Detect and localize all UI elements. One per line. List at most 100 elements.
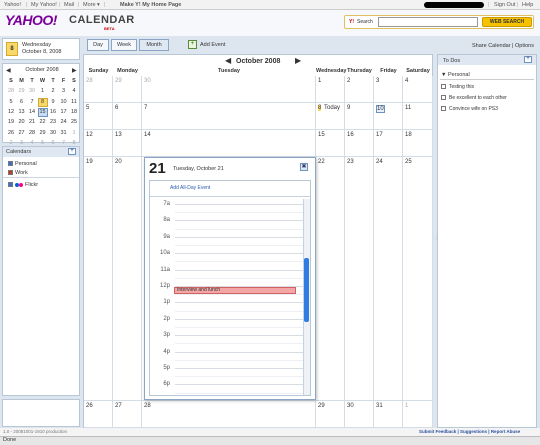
day-number[interactable]: 27	[115, 403, 122, 409]
calendar-checkbox[interactable]	[8, 161, 13, 167]
mini-day[interactable]: 26	[6, 129, 16, 138]
mini-day[interactable]: 2	[48, 87, 58, 96]
add-todo-button[interactable]: +	[524, 56, 532, 63]
day-cell[interactable]	[403, 157, 433, 401]
day-number[interactable]: 11	[405, 105, 411, 111]
mini-day[interactable]: 23	[48, 118, 58, 127]
mini-day[interactable]: 19	[6, 118, 16, 127]
todo-item[interactable]: Testing this	[441, 84, 474, 90]
mini-day[interactable]: 16	[48, 108, 58, 117]
mini-day[interactable]: 18	[69, 108, 79, 117]
nav-link-homepage[interactable]: Make Y! My Home Page	[120, 2, 181, 8]
mini-day[interactable]: 12	[6, 108, 16, 117]
next-month-icon[interactable]: ▶	[295, 56, 301, 65]
day-cell[interactable]	[142, 130, 316, 157]
help-link[interactable]: Help	[522, 2, 533, 8]
submit-feedback-link[interactable]: Submit Feedback	[419, 429, 456, 434]
day-number[interactable]: 6	[115, 105, 118, 111]
mini-day[interactable]: 13	[17, 108, 27, 117]
mini-day[interactable]: 22	[38, 118, 48, 127]
day-number[interactable]: 9	[347, 105, 350, 111]
day-number[interactable]: 26	[86, 403, 93, 409]
mini-day[interactable]: 5	[6, 98, 16, 107]
todo-item[interactable]: Be excellent to each other	[441, 95, 507, 101]
mini-day[interactable]: 1	[38, 87, 48, 96]
todo-checkbox[interactable]	[441, 95, 446, 101]
nav-link-mail[interactable]: Mail	[64, 2, 74, 8]
day-number[interactable]: 13	[115, 132, 122, 138]
day-number[interactable]: 1	[405, 403, 408, 409]
day-number[interactable]: 10	[376, 105, 385, 113]
event-interview-and-lunch[interactable]: Interview and lunch	[174, 287, 296, 294]
mini-day[interactable]: 28	[6, 87, 16, 96]
mini-day[interactable]: 31	[59, 129, 69, 138]
mini-day[interactable]: 4	[69, 87, 79, 96]
mini-day[interactable]: 9	[48, 98, 58, 107]
mini-day[interactable]: 8	[37, 97, 48, 107]
tab-day[interactable]: Day	[87, 39, 109, 51]
day-number[interactable]: 3	[376, 78, 379, 84]
day-number[interactable]: 15	[318, 132, 325, 138]
mini-day[interactable]: 21	[27, 118, 37, 127]
day-cell[interactable]	[316, 157, 345, 401]
mini-day[interactable]: 11	[69, 98, 79, 107]
day-number[interactable]: 23	[347, 159, 354, 165]
day-number[interactable]: 18	[405, 132, 412, 138]
sign-out-link[interactable]: Sign Out	[494, 2, 515, 8]
mini-day[interactable]: 1	[69, 129, 79, 138]
day-number[interactable]: 30	[347, 403, 354, 409]
mini-day[interactable]: 30	[48, 129, 58, 138]
todo-group-personal[interactable]: ▼ Personal	[441, 72, 470, 78]
day-cell[interactable]	[142, 103, 316, 130]
day-number[interactable]: 29	[318, 403, 325, 409]
mini-day[interactable]: 25	[69, 118, 79, 127]
prev-month-icon[interactable]: ◀	[225, 56, 231, 65]
add-all-day-event-link[interactable]: Add All-Day Event	[170, 185, 210, 191]
mini-day[interactable]: 29	[17, 87, 27, 96]
day-cell[interactable]	[345, 157, 374, 401]
day-number[interactable]: 28	[86, 78, 93, 84]
splitter-handle-icon[interactable]: ⋮	[434, 235, 439, 241]
today-day-badge[interactable]: 8	[6, 42, 18, 56]
nav-link-my-yahoo[interactable]: My Yahoo!	[31, 2, 57, 8]
nav-link-yahoo[interactable]: Yahoo!	[4, 2, 21, 8]
mini-day[interactable]: 3	[59, 87, 69, 96]
search-input[interactable]	[378, 17, 478, 27]
day-number[interactable]: 24	[376, 159, 383, 165]
todo-checkbox[interactable]	[441, 84, 446, 90]
day-number[interactable]: 16	[347, 132, 354, 138]
mini-day[interactable]: 29	[38, 129, 48, 138]
mini-day[interactable]: 7	[27, 98, 37, 107]
mini-day[interactable]: 27	[17, 129, 27, 138]
mini-day[interactable]: 30	[27, 87, 37, 96]
day-number[interactable]: 17	[376, 132, 383, 138]
day-number[interactable]: 30	[144, 78, 151, 84]
web-search-button[interactable]: WEB SEARCH	[482, 17, 532, 27]
day-number[interactable]: 12	[86, 132, 93, 138]
day-number[interactable]: 5	[86, 105, 89, 111]
share-calendar-link[interactable]: Share Calendar	[472, 43, 511, 49]
todo-item[interactable]: Convince wife on PS3	[441, 106, 498, 112]
day-number[interactable]: 31	[376, 403, 383, 409]
day-cell[interactable]	[142, 76, 316, 103]
options-link[interactable]: Options	[515, 43, 534, 49]
calendar-checkbox[interactable]	[8, 182, 13, 188]
day-cell[interactable]	[84, 157, 113, 401]
day-number[interactable]: 2	[347, 78, 350, 84]
report-abuse-link[interactable]: Report Abuse	[491, 429, 520, 434]
suggestions-link[interactable]: Suggestions	[460, 429, 487, 434]
day-cell[interactable]	[142, 401, 316, 428]
tab-month[interactable]: Month	[139, 39, 169, 51]
day-number[interactable]: 22	[318, 159, 325, 165]
add-calendar-button[interactable]: +	[68, 148, 76, 155]
mini-prev-month-icon[interactable]: ◀	[6, 67, 11, 74]
tab-week[interactable]: Week	[111, 39, 137, 51]
add-event-icon[interactable]: +	[188, 40, 197, 49]
mini-day[interactable]: 6	[17, 98, 27, 107]
day-cell[interactable]	[113, 157, 142, 401]
day-cell[interactable]	[374, 157, 403, 401]
mini-day[interactable]: 24	[59, 118, 69, 127]
calendar-checkbox[interactable]	[8, 170, 13, 176]
close-icon[interactable]: ✖	[300, 163, 308, 171]
day-number[interactable]: 8	[318, 105, 322, 111]
